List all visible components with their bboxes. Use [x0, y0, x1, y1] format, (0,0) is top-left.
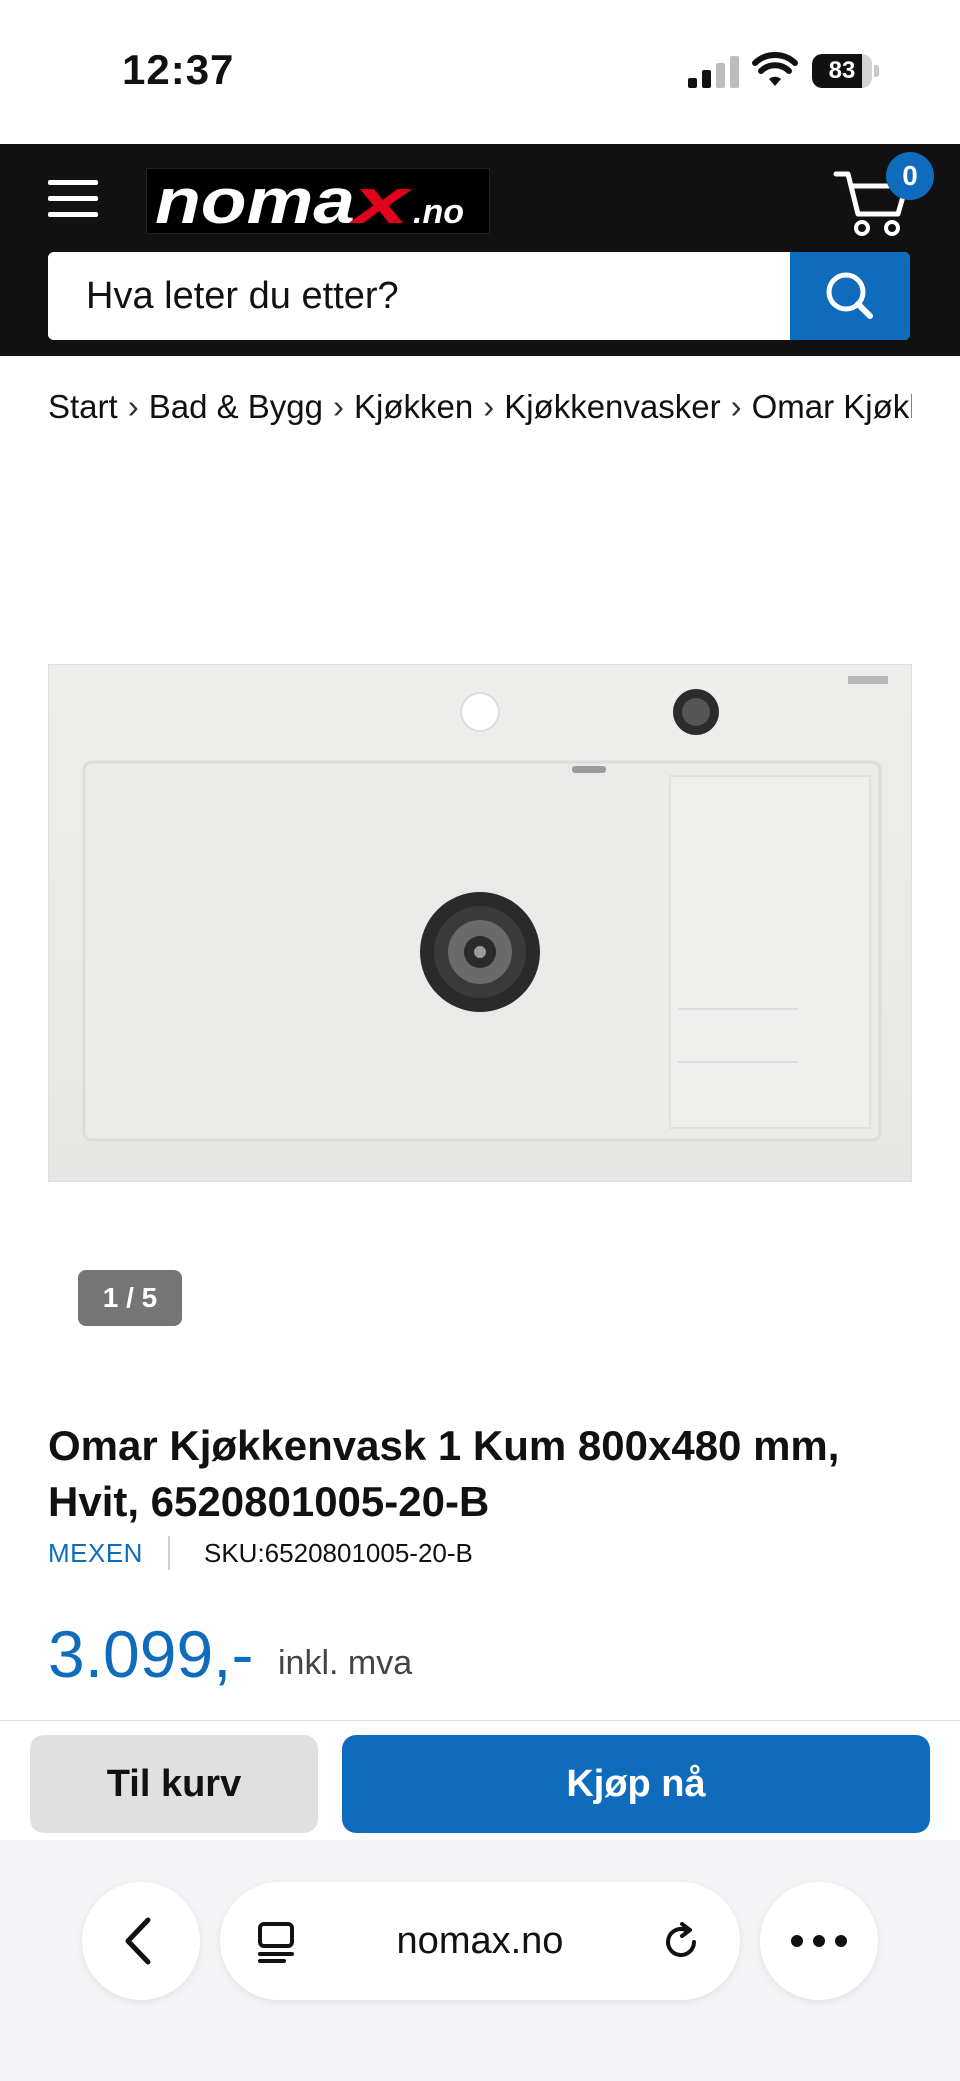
gallery-counter: 1 / 5 — [78, 1270, 182, 1326]
breadcrumb-separator: › — [483, 388, 495, 425]
status-bar: 12:37 83 — [0, 0, 960, 144]
search-icon — [826, 272, 873, 319]
add-to-cart-button[interactable]: Til kurv — [30, 1735, 318, 1833]
cart-count-badge: 0 — [886, 152, 934, 200]
breadcrumb: Start › Bad & Bygg › Kjøkken › Kjøkkenvasker › O… — [48, 388, 912, 438]
svg-text:x: x — [348, 169, 413, 233]
buy-now-button[interactable]: Kjøp nå — [342, 1735, 930, 1833]
wifi-icon — [752, 52, 798, 86]
battery-level: 83 — [828, 57, 856, 84]
breadcrumb-separator: › — [332, 388, 344, 425]
breadcrumb-kjokkenvasker[interactable]: Kjøkkenvasker — [504, 388, 720, 426]
hamburger-menu-icon[interactable] — [48, 178, 100, 220]
search-button[interactable] — [790, 252, 910, 340]
product-sku: SKU:6520801005-20-B — [204, 1538, 473, 1568]
breadcrumb-separator: › — [127, 388, 139, 425]
product-image[interactable] — [48, 664, 912, 1182]
breadcrumb-start[interactable]: Start — [48, 388, 118, 426]
breadcrumb-separator: › — [730, 388, 742, 425]
breadcrumb-current: Omar Kjøkkenvask — [751, 388, 912, 425]
back-icon — [125, 1917, 151, 1965]
battery-icon: 83 — [812, 54, 880, 88]
browser-toolbar: nomax.no — [0, 1840, 960, 2081]
more-icon — [791, 1935, 847, 1947]
site-header: noma x .no 0 — [0, 144, 960, 356]
reload-icon[interactable] — [660, 1920, 704, 1964]
breadcrumb-bad-bygg[interactable]: Bad & Bygg — [149, 388, 323, 426]
product-title: Omar Kjøkkenvask 1 Kum 800x480 mm, Hvit,… — [48, 1422, 840, 1525]
product-price: 3.099,- — [48, 1617, 254, 1691]
svg-text:noma: noma — [155, 169, 355, 233]
search-input[interactable] — [48, 252, 788, 340]
purchase-bar: Til kurv Kjøp nå — [0, 1720, 960, 1841]
address-bar[interactable]: nomax.no — [220, 1882, 740, 2000]
more-button[interactable] — [760, 1882, 878, 2000]
vat-note: inkl. mva — [278, 1644, 413, 1682]
signal-icon — [688, 56, 739, 88]
status-time: 12:37 — [122, 46, 235, 93]
site-logo[interactable]: noma x .no — [146, 168, 490, 234]
meta-divider — [168, 1536, 170, 1570]
svg-text:.no: .no — [413, 193, 464, 231]
search-bar — [48, 252, 910, 340]
product-brand-link[interactable]: MEXEN — [48, 1538, 143, 1569]
back-button[interactable] — [82, 1882, 200, 2000]
breadcrumb-kjokken[interactable]: Kjøkken — [354, 388, 473, 426]
